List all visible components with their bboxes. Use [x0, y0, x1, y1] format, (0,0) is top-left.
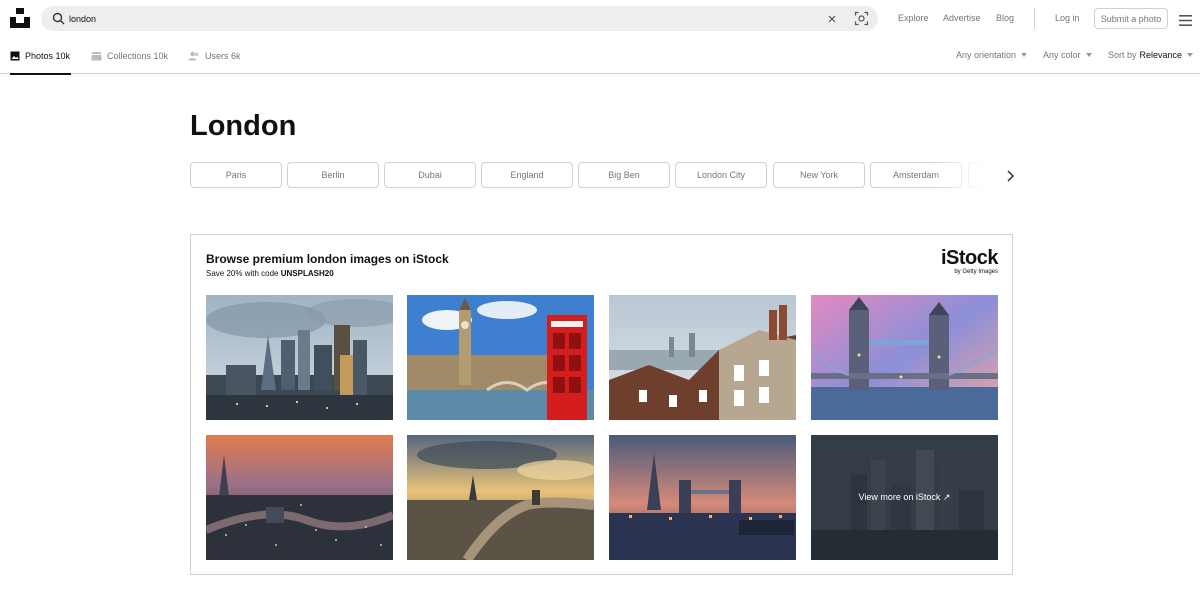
related-chip[interactable]: Paris: [190, 162, 282, 188]
istock-photo[interactable]: [206, 295, 393, 420]
users-icon: [188, 51, 199, 60]
sort-filter[interactable]: Sort by Relevance: [1108, 50, 1194, 60]
istock-logo-tagline: by Getty Images: [954, 269, 998, 275]
visual-search-icon[interactable]: [854, 11, 869, 26]
tab-users-label: Users: [205, 50, 229, 61]
tab-collections-count: 10k: [153, 50, 169, 61]
tab-users[interactable]: Users 6k: [188, 37, 241, 74]
chevron-right-icon[interactable]: [1002, 168, 1018, 184]
istock-logo[interactable]: iStock by Getty Images: [940, 247, 999, 275]
tab-collections-label: Collections: [107, 50, 152, 61]
search-input[interactable]: [69, 10, 769, 27]
page-title: London: [190, 110, 297, 142]
chevron-down-icon: [1021, 53, 1028, 57]
search-bar[interactable]: [41, 6, 878, 31]
hamburger-menu-icon[interactable]: [1179, 13, 1192, 26]
chevron-down-icon: [1085, 53, 1092, 57]
tab-photos-label: Photos: [25, 50, 54, 61]
nav-divider: [1034, 8, 1035, 29]
related-chip[interactable]: Amsterdam: [870, 162, 962, 188]
color-filter[interactable]: Any color: [1043, 50, 1092, 60]
nav-blog-link[interactable]: Blog: [996, 13, 1014, 23]
nav-explore-link[interactable]: Explore: [898, 13, 929, 23]
tab-users-count: 6k: [231, 50, 241, 61]
istock-photo[interactable]: [206, 435, 393, 560]
promo-subtitle: Save 20% with code UNSPLASH20: [206, 269, 334, 278]
istock-photo[interactable]: [407, 295, 594, 420]
orientation-filter[interactable]: Any orientation: [956, 50, 1028, 60]
login-link[interactable]: Log in: [1055, 13, 1080, 23]
sort-value: Relevance: [1139, 50, 1183, 60]
istock-view-more-tile[interactable]: View more on iStock ↗: [811, 435, 998, 560]
search-icon[interactable]: [52, 12, 65, 25]
istock-photo[interactable]: [811, 295, 998, 420]
chevron-down-icon: [1187, 53, 1194, 57]
view-more-link[interactable]: View more on iStock ↗: [859, 492, 951, 503]
related-searches: Paris Berlin Dubai England Big Ben Londo…: [190, 162, 1000, 188]
istock-photo[interactable]: [609, 435, 796, 560]
tab-photos[interactable]: Photos 10k: [10, 37, 71, 75]
sort-prefix: Sort by: [1108, 50, 1137, 60]
related-chip[interactable]: Berlin: [287, 162, 379, 188]
collections-icon: [91, 51, 102, 60]
unsplash-logo-icon[interactable]: [10, 8, 30, 28]
tab-photos-count: 10k: [55, 50, 71, 61]
view-more-overlay: View more on iStock ↗: [811, 435, 998, 560]
promo-subtitle-text: Save 20% with code: [206, 269, 279, 278]
promo-code: UNSPLASH20: [280, 269, 334, 278]
istock-logo-word: iStock: [940, 247, 999, 269]
istock-photo[interactable]: [407, 435, 594, 560]
promo-title: Browse premium london images on iStock: [206, 252, 449, 266]
related-chip[interactable]: New York: [773, 162, 865, 188]
related-chip[interactable]: Lo: [968, 162, 1000, 188]
nav-advertise-link[interactable]: Advertise: [943, 13, 981, 23]
related-chip[interactable]: London City: [675, 162, 767, 188]
color-filter-label: Any color: [1043, 50, 1081, 60]
photo-icon: [10, 51, 20, 60]
tab-collections[interactable]: Collections 10k: [91, 37, 168, 74]
istock-promo: Browse premium london images on iStock S…: [190, 234, 1013, 575]
orientation-filter-label: Any orientation: [956, 50, 1017, 60]
clear-search-icon[interactable]: [825, 12, 839, 26]
top-header: Explore Advertise Blog Log in Submit a p…: [0, 0, 1200, 37]
istock-photo[interactable]: [609, 295, 796, 420]
related-chip[interactable]: Dubai: [384, 162, 476, 188]
search-tabs-bar: Photos 10k Collections 10k Users 6k Any …: [0, 37, 1200, 75]
submit-photo-button[interactable]: Submit a photo: [1094, 8, 1168, 29]
related-chip[interactable]: Big Ben: [578, 162, 670, 188]
related-chip[interactable]: England: [481, 162, 573, 188]
